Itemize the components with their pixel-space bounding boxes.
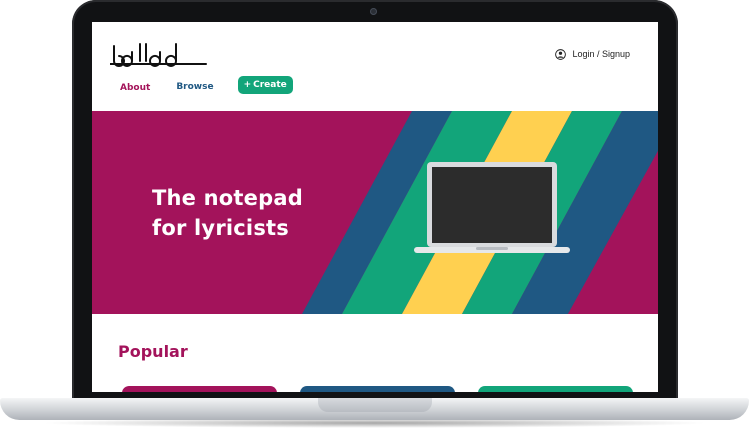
create-label: Create <box>253 80 287 90</box>
login-signup-link[interactable]: Login / Signup <box>555 46 630 62</box>
nav-about-link[interactable]: About <box>120 83 150 93</box>
screen: Login / Signup About Browse + Create The… <box>92 22 658 392</box>
hero-title-line1: The notepad <box>152 186 303 210</box>
user-circle-icon <box>555 48 567 60</box>
nav-browse-link[interactable]: Browse <box>176 82 213 92</box>
plus-icon: + <box>243 80 252 90</box>
popular-heading: Popular <box>118 342 188 361</box>
main-nav: About Browse + Create <box>120 76 293 94</box>
popular-card[interactable] <box>300 386 455 392</box>
hero-title: The notepad for lyricists <box>152 183 303 243</box>
popular-card[interactable] <box>122 386 277 392</box>
popular-card[interactable] <box>478 386 633 392</box>
login-label: Login / Signup <box>572 49 630 59</box>
laptop-illustration <box>414 162 570 253</box>
hero-banner: The notepad for lyricists <box>92 111 658 314</box>
site-header: Login / Signup About Browse + Create <box>92 22 658 110</box>
camera-icon <box>370 8 377 15</box>
create-button[interactable]: + Create <box>237 76 293 94</box>
logo-icon[interactable] <box>110 40 210 68</box>
hero-title-line2: for lyricists <box>152 216 289 240</box>
laptop-notch <box>318 398 432 412</box>
